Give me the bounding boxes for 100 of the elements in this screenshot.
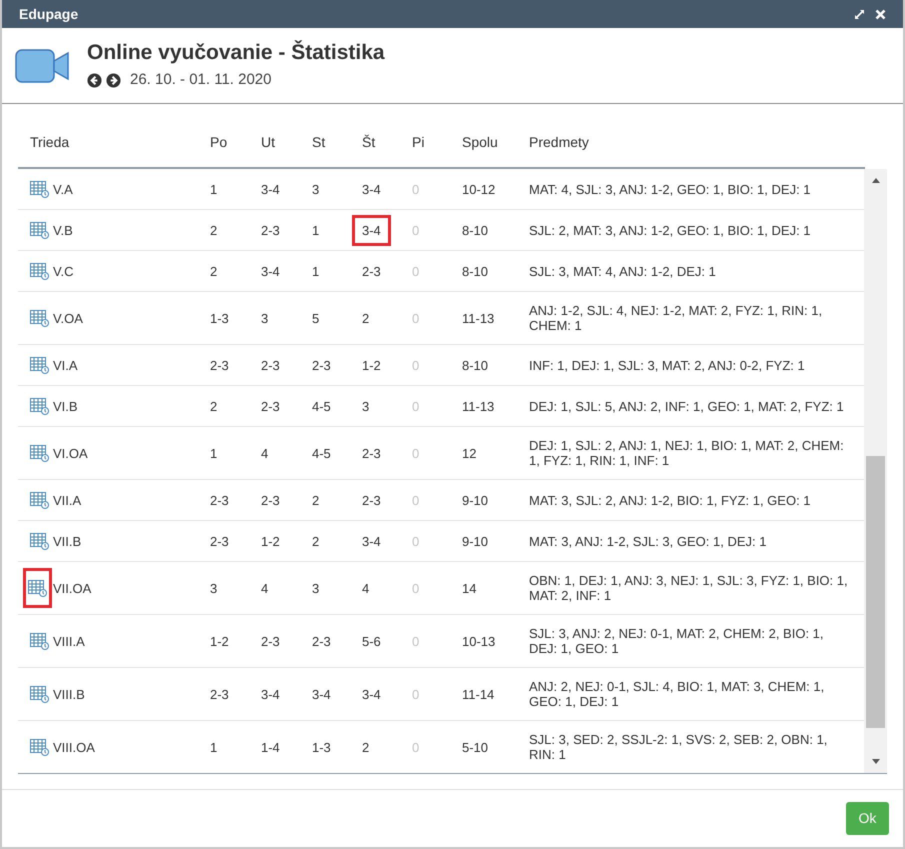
class-name: VIII.B: [53, 686, 85, 702]
timetable-icon[interactable]: [30, 397, 49, 415]
timetable-icon[interactable]: [30, 532, 49, 550]
table-cell: 3: [312, 182, 320, 196]
column-header: St: [312, 134, 326, 150]
table-cell: 0: [412, 310, 420, 326]
column-header: Ut: [261, 134, 275, 150]
column-header: Pi: [412, 134, 424, 150]
table-cell: 4-5: [312, 446, 331, 460]
table-cell: 3: [210, 580, 218, 596]
table-cell: ANJ: 1-2, SJL: 4, NEJ: 1-2, MAT: 2, FYZ: 1, RIN: 1, CHEM: 1: [529, 303, 822, 333]
table-cell: 9-10: [462, 492, 488, 508]
class-name: VI.A: [53, 358, 78, 372]
table-cell: 1: [312, 222, 320, 238]
table-cell: 1: [210, 446, 218, 460]
table-cell: SJL: 3, ANJ: 2, NEJ: 0-1, MAT: 2, CHEM: 2, BIO: 1, DEJ: 1, GEO: 1: [529, 626, 824, 656]
table-cell: 3-4: [362, 182, 381, 196]
column-header: Št: [362, 134, 376, 150]
timetable-icon[interactable]: [30, 309, 49, 327]
date-range: 26. 10. - 01. 11. 2020: [130, 70, 272, 90]
table-cell: 8-10: [462, 264, 488, 278]
table-cell: 11-14: [462, 686, 494, 702]
table-cell: 1-2: [362, 358, 381, 372]
table-cell: 0: [412, 534, 420, 548]
table-cell: 11-13: [462, 398, 494, 414]
close-icon[interactable]: [875, 8, 886, 20]
table-cell: 1-2: [210, 634, 229, 648]
table-cell: 5-6: [362, 634, 381, 648]
table-cell: 10-13: [462, 634, 496, 648]
table-cell: MAT: 3, SJL: 2, ANJ: 1-2, BIO: 1, FYZ: 1, GEO: 1: [529, 492, 811, 508]
table-cell: 3: [362, 398, 370, 414]
timetable-icon[interactable]: [30, 262, 49, 280]
table-cell: 0: [412, 740, 420, 754]
timetable-icon[interactable]: [30, 738, 49, 756]
window-title: Edupage: [19, 4, 78, 24]
table-cell: 2-3: [210, 358, 229, 372]
table-cell: 0: [412, 182, 420, 196]
table-cell: INF: 1, DEJ: 1, SJL: 3, MAT: 2, ANJ: 0-2, FYZ: 1: [529, 358, 805, 372]
table-cell: 0: [412, 634, 420, 648]
table-cell: 2-3: [261, 398, 280, 414]
expand-icon[interactable]: [854, 8, 865, 20]
video-camera-icon: [15, 48, 70, 82]
class-name: VIII.A: [53, 634, 85, 648]
table-cell: 1-2: [261, 534, 280, 548]
table-cell: 3: [312, 580, 320, 596]
class-name: V.OA: [53, 310, 83, 326]
class-name: VIII.OA: [53, 740, 95, 754]
table-cell: 0: [412, 222, 420, 238]
table-cell: 2: [210, 222, 218, 238]
table-cell: MAT: 4, SJL: 3, ANJ: 1-2, GEO: 1, BIO: 1, DEJ: 1: [529, 182, 811, 196]
timetable-icon[interactable]: [30, 180, 49, 198]
scroll-up-icon[interactable]: [872, 178, 880, 183]
table-cell: DEJ: 1, SJL: 2, ANJ: 1, NEJ: 1, BIO: 1, MAT: 2, CHEM: 1, FYZ: 1, RIN: 1, INF: 1: [529, 438, 844, 468]
table-cell: 2: [362, 740, 370, 754]
timetable-icon[interactable]: [30, 221, 49, 239]
table-cell: 2-3: [362, 264, 381, 278]
page-title: Online vyučovanie - Štatistika: [87, 40, 385, 66]
table-cell: 8-10: [462, 358, 488, 372]
timetable-icon[interactable]: [30, 491, 49, 509]
table-cell: 3-4: [362, 534, 381, 548]
table-cell: 2: [312, 492, 320, 508]
table-cell: 0: [412, 398, 420, 414]
table-cell: 2-3: [362, 492, 381, 508]
table-cell: 3-4: [261, 686, 280, 702]
table-cell: 1-3: [312, 740, 331, 754]
table-cell: 2-3: [362, 446, 381, 460]
table-cell: 12: [462, 446, 476, 460]
table-cell: 2-3: [210, 492, 229, 508]
timetable-icon[interactable]: [30, 356, 49, 374]
table-cell: SJL: 3, SED: 2, SSJL-2: 1, SVS: 2, SEB: 2, OBN: 1, RIN: 1: [529, 732, 828, 762]
table-cell: 3-4: [261, 182, 280, 196]
scroll-down-icon[interactable]: [872, 759, 880, 764]
scrollbar[interactable]: [864, 169, 887, 773]
table-cell: 2-3: [312, 634, 331, 648]
table-cell: 1-4: [261, 740, 280, 754]
table-cell: 2-3: [261, 222, 280, 238]
timetable-icon[interactable]: [23, 568, 52, 608]
table-cell: 2-3: [210, 686, 229, 702]
class-name: VII.A: [53, 492, 82, 508]
table-cell: 2: [210, 264, 218, 278]
table-cell: 1: [312, 264, 320, 278]
timetable-icon[interactable]: [30, 444, 49, 462]
table-cell: 14: [462, 580, 476, 596]
table-cell: 4-5: [312, 398, 331, 414]
class-name: VII.B: [53, 534, 82, 548]
timetable-icon[interactable]: [30, 632, 49, 650]
timetable-icon[interactable]: [30, 685, 49, 703]
table-cell: 3: [261, 310, 268, 326]
table-cell: 4: [362, 580, 370, 596]
table-cell: 2: [312, 534, 320, 548]
class-name: V.A: [53, 182, 73, 196]
table-cell: 0: [412, 358, 420, 372]
ok-button[interactable]: Ok: [846, 802, 889, 835]
table-cell: 1: [210, 740, 218, 754]
table-cell: SJL: 2, MAT: 3, ANJ: 1-2, GEO: 1, BIO: 1, DEJ: 1: [529, 222, 811, 238]
table-cell: 2: [210, 398, 218, 414]
table-cell: 0: [412, 580, 420, 596]
table-cell: 2-3: [210, 534, 229, 548]
table-cell: 3-4: [261, 264, 280, 278]
table-cell: 3-4: [352, 214, 391, 246]
